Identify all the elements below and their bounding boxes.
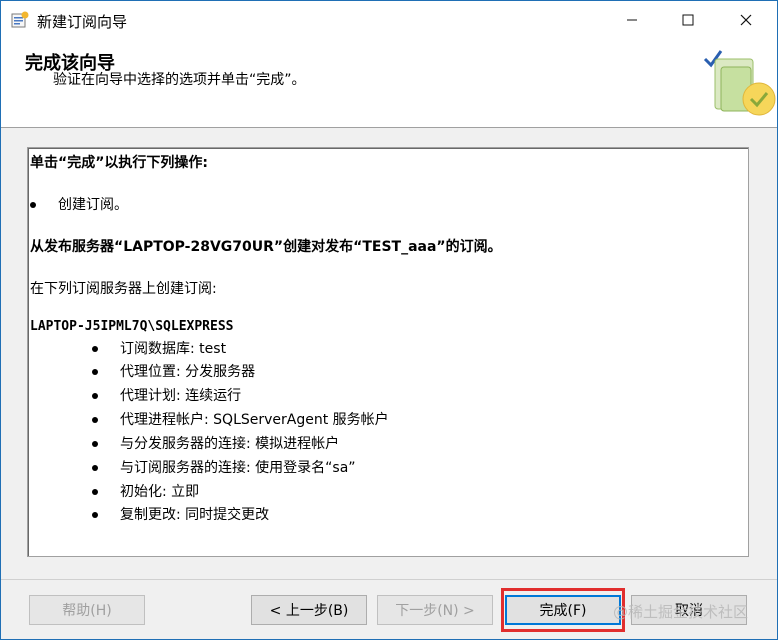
wizard-app-icon	[11, 11, 29, 28]
maximize-button[interactable]	[665, 1, 711, 39]
item-text: 订阅数据库: test	[120, 341, 227, 357]
bullet-dot	[92, 489, 98, 495]
title-bar[interactable]: 新建订阅向导	[1, 1, 777, 39]
item-text: 与分发服务器的连接: 模拟进程帐户	[120, 436, 340, 452]
next-button[interactable]: 下一步(N) >	[377, 595, 493, 625]
close-icon	[740, 14, 752, 26]
bullet-dot	[30, 202, 36, 208]
list-item: 订阅数据库: test	[92, 338, 226, 358]
help-button[interactable]: 帮助(H)	[29, 595, 145, 625]
back-button[interactable]: < 上一步(B)	[251, 595, 367, 625]
item-text: 代理位置: 分发服务器	[120, 364, 256, 380]
wizard-header: 完成该向导 验证在向导中选择的选项并单击“完成”。	[1, 39, 777, 128]
list-item: 复制更改: 同时提交更改	[92, 504, 269, 524]
item-text: 代理进程帐户: SQLServerAgent 服务帐户	[120, 412, 389, 428]
finish-highlight-box	[501, 588, 625, 632]
summary-create-text: 创建订阅。	[58, 197, 128, 213]
summary-subscriber-intro: 在下列订阅服务器上创建订阅:	[30, 281, 217, 297]
bullet-dot	[92, 369, 98, 375]
list-item: 与分发服务器的连接: 模拟进程帐户	[92, 433, 339, 453]
watermark-text: @稀土掘金技术社区	[613, 603, 749, 621]
item-text: 代理计划: 连续运行	[120, 388, 242, 404]
list-item: 创建订阅。	[30, 194, 128, 214]
bullet-dot	[92, 441, 98, 447]
bullet-dot	[92, 393, 98, 399]
minimize-button[interactable]	[609, 1, 655, 39]
list-item: 初始化: 立即	[92, 481, 199, 501]
list-item: 与订阅服务器的连接: 使用登录名“sa”	[92, 457, 356, 477]
wizard-check-icon	[703, 50, 776, 116]
wizard-window: 新建订阅向导 完成该向导 验证在向导中选择的选项并单击“完成”。 单击“完成”以…	[0, 0, 778, 640]
item-text: 初始化: 立即	[120, 484, 200, 500]
window-title: 新建订阅向导	[37, 13, 128, 31]
bullet-dot	[92, 465, 98, 471]
minimize-icon	[627, 19, 637, 21]
page-subtitle: 验证在向导中选择的选项并单击“完成”。	[53, 72, 306, 88]
summary-textbox[interactable]: 单击“完成”以执行下列操作: 创建订阅。 从发布服务器“LAPTOP-28VG7…	[27, 147, 749, 557]
bullet-dot	[92, 417, 98, 423]
item-text: 复制更改: 同时提交更改	[120, 507, 270, 523]
summary-intro: 单击“完成”以执行下列操作:	[30, 155, 209, 171]
close-button[interactable]	[723, 1, 769, 39]
bullet-dot	[92, 512, 98, 518]
item-text: 与订阅服务器的连接: 使用登录名“sa”	[120, 460, 356, 476]
summary-publisher-line: 从发布服务器“LAPTOP-28VG70UR”创建对发布“TEST_aaa”的订…	[30, 239, 502, 255]
list-item: 代理位置: 分发服务器	[92, 361, 255, 381]
list-item: 代理计划: 连续运行	[92, 385, 241, 405]
maximize-icon	[682, 14, 694, 26]
bullet-dot	[92, 346, 98, 352]
subscriber-server-name: LAPTOP-J5IPML7Q\SQLEXPRESS	[30, 319, 234, 334]
list-item: 代理进程帐户: SQLServerAgent 服务帐户	[92, 409, 389, 429]
